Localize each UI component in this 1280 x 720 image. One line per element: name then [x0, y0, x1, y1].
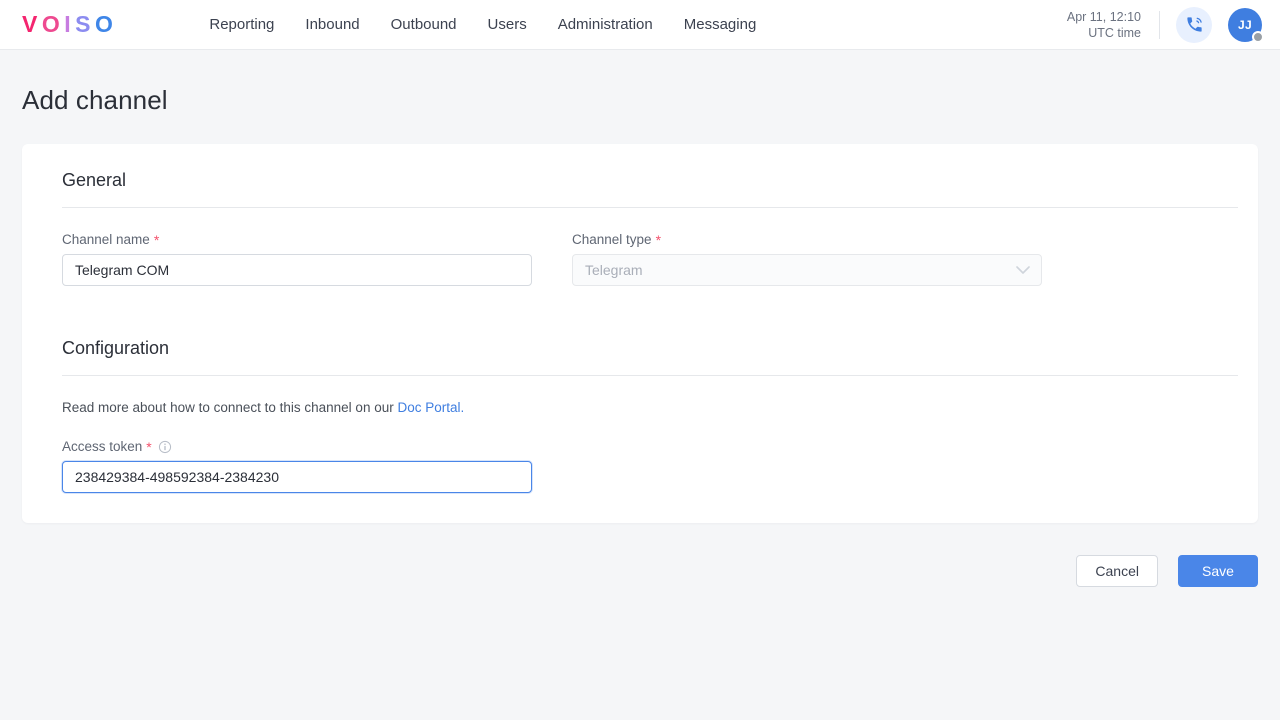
field-channel-name: Channel name * [62, 232, 532, 286]
access-token-label-text: Access token [62, 439, 143, 454]
field-access-token: Access token * [62, 439, 532, 493]
logo-letter-s: S [75, 11, 95, 37]
channel-type-select-wrapper: Telegram [572, 254, 1042, 286]
voiso-logo[interactable]: V O I S O [22, 11, 117, 38]
access-token-required-marker: * [146, 438, 152, 455]
help-text-prefix: Read more about how to connect to this c… [62, 400, 398, 415]
access-token-label: Access token * [62, 439, 532, 454]
nav-item-messaging[interactable]: Messaging [684, 16, 757, 33]
page-title: Add channel [22, 85, 168, 115]
section-title-configuration: Configuration [62, 338, 170, 358]
section-divider-general [62, 207, 1238, 208]
nav-item-administration[interactable]: Administration [558, 16, 653, 33]
doc-portal-link[interactable]: Doc Portal. [397, 400, 464, 415]
logo-letter-o1: O [41, 11, 65, 37]
save-button[interactable]: Save [1178, 555, 1258, 587]
phone-call-icon [1186, 17, 1202, 32]
clock-datetime: Apr 11, 12:10 [1066, 9, 1141, 24]
section-title-general: General [62, 170, 127, 190]
phone-call-button[interactable] [1176, 6, 1212, 43]
section-divider-configuration [62, 375, 1238, 376]
access-token-input[interactable] [62, 461, 532, 493]
clock-timezone: UTC time [1088, 25, 1141, 40]
channel-type-required-marker: * [655, 231, 662, 248]
channel-type-label-text: Channel type [572, 232, 652, 247]
configuration-fields-row: Access token * [42, 439, 1238, 493]
cancel-button[interactable]: Cancel [1076, 555, 1158, 587]
nav-item-users[interactable]: Users [488, 16, 527, 33]
channel-name-label-text: Channel name [62, 232, 150, 247]
info-circle-icon[interactable] [158, 440, 172, 454]
field-channel-type: Channel type * Telegram [572, 232, 1042, 286]
configuration-help-text: Read more about how to connect to this c… [42, 400, 1238, 415]
channel-type-select: Telegram [572, 254, 1042, 286]
header-divider [1159, 10, 1160, 39]
nav-item-inbound[interactable]: Inbound [305, 16, 359, 33]
channel-name-label: Channel name * [62, 232, 532, 247]
main-navigation: Reporting Inbound Outbound Users Adminis… [209, 16, 756, 33]
channel-name-required-marker: * [153, 231, 160, 248]
logo-letter-v: V [22, 11, 42, 37]
add-channel-card: General Channel name * Channel type * Te… [22, 144, 1258, 523]
nav-item-reporting[interactable]: Reporting [209, 16, 274, 33]
nav-item-outbound[interactable]: Outbound [391, 16, 457, 33]
channel-name-input[interactable] [62, 254, 532, 286]
channel-type-label: Channel type * [572, 232, 1042, 247]
general-fields-row: Channel name * Channel type * Telegram [42, 232, 1238, 286]
user-avatar-wrapper[interactable]: JJ [1228, 7, 1264, 43]
avatar-status-dot [1252, 30, 1264, 43]
logo-letter-i: I [64, 11, 76, 37]
header-right-cluster: Apr 11, 12:10 UTC time JJ [1067, 6, 1264, 43]
logo-letter-o2: O [94, 11, 118, 37]
form-actions: Cancel Save [0, 523, 1280, 587]
app-header: V O I S O Reporting Inbound Outbound Use… [0, 0, 1280, 50]
utc-clock: Apr 11, 12:10 UTC time [1067, 9, 1141, 41]
